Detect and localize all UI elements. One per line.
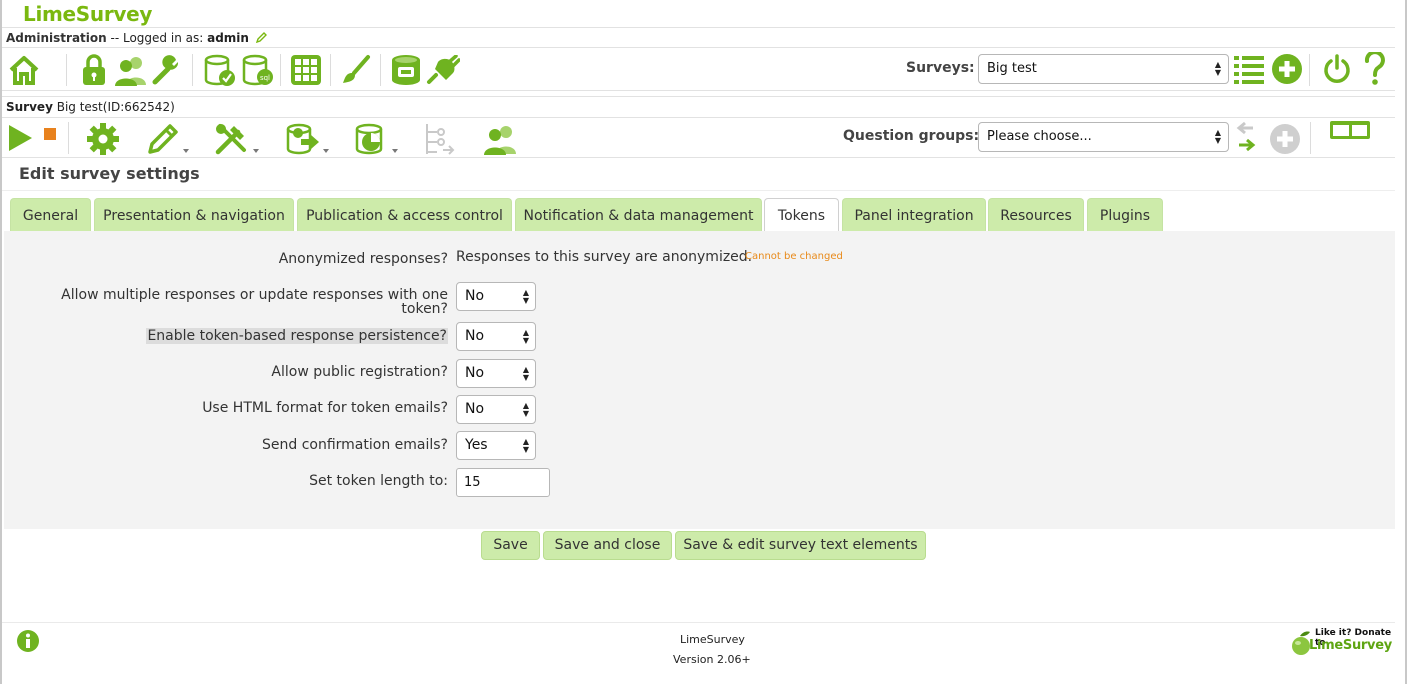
wrench-icon[interactable]: [150, 54, 182, 90]
select-arrows-icon: ▲ ▼: [1214, 60, 1221, 77]
public-registration-value: No: [465, 365, 485, 381]
token-length-input[interactable]: 15: [456, 468, 550, 497]
edit-caret-icon[interactable]: [183, 149, 189, 153]
responses-icon[interactable]: [353, 121, 389, 161]
surveys-select-value: Big test: [987, 61, 1037, 76]
play-icon[interactable]: [6, 123, 34, 157]
tab-presentation-navigation[interactable]: Presentation & navigation: [94, 198, 294, 232]
footer-app-name: LimeSurvey: [680, 633, 745, 646]
tab-general[interactable]: General: [10, 198, 91, 232]
survey-label: Survey: [6, 100, 53, 114]
select-arrows-icon: ▲ ▼: [522, 328, 529, 345]
tab-publication-access[interactable]: Publication & access control: [297, 198, 512, 232]
donate-badge[interactable]: Like it? Donate to LimeSurvey: [1291, 627, 1395, 657]
lock-icon[interactable]: [80, 53, 108, 91]
help-icon[interactable]: [1362, 50, 1388, 90]
edit-icon[interactable]: [146, 122, 180, 160]
anonymized-note: Cannot be changed: [745, 251, 843, 262]
allow-multiple-label-line2: token?: [401, 301, 448, 317]
reorder-icon[interactable]: [1235, 120, 1257, 158]
lime-icon: [1291, 630, 1311, 660]
surveys-label: Surveys:: [906, 60, 975, 76]
save-and-close-button[interactable]: Save and close: [543, 531, 672, 560]
display-caret-icon[interactable]: [323, 149, 329, 153]
select-arrows-icon: ▲ ▼: [1214, 128, 1221, 145]
select-arrows-icon: ▲ ▼: [522, 401, 529, 418]
tab-panel-integration[interactable]: Panel integration: [842, 198, 986, 232]
html-email-label: Use HTML format for token emails?: [202, 400, 448, 416]
token-persistence-value: No: [465, 328, 485, 344]
admin-toolbar: sql Surveys: Big test ▲ ▼: [2, 47, 1395, 91]
page-title: Edit survey settings: [19, 164, 200, 183]
footer-divider: [2, 622, 1395, 623]
structure-icon[interactable]: [423, 122, 455, 160]
settings-tabs: General Presentation & navigation Public…: [2, 190, 1395, 233]
tab-notification-data[interactable]: Notification & data management: [515, 198, 762, 232]
app-logo[interactable]: LimeSurvey: [23, 2, 152, 26]
tools-caret-icon[interactable]: [253, 149, 259, 153]
tokens-settings-panel: [4, 231, 1395, 529]
database-label-icon[interactable]: [389, 53, 423, 91]
allow-multiple-label-line1: Allow multiple responses or update respo…: [61, 287, 448, 303]
logged-in-prefix: -- Logged in as:: [110, 31, 204, 45]
token-persistence-label-text: Enable token-based response persistence?: [146, 328, 448, 344]
admin-title-bar: Administration -- Logged in as: admin: [2, 27, 1395, 47]
token-persistence-select[interactable]: No ▲ ▼: [456, 322, 536, 351]
add-group-icon[interactable]: [1269, 123, 1301, 159]
brush-icon[interactable]: [340, 54, 372, 90]
survey-title-bar: Survey Big test(ID:662542): [2, 96, 1395, 117]
donate-line2: LimeSurvey: [1309, 638, 1392, 653]
save-button[interactable]: Save: [481, 531, 540, 560]
participants-icon[interactable]: [482, 124, 518, 160]
save-edit-text-button[interactable]: Save & edit survey text elements: [675, 531, 926, 560]
display-export-icon[interactable]: [285, 121, 321, 161]
anonymized-label: Anonymized responses?: [278, 251, 448, 267]
select-arrows-icon: ▲ ▼: [522, 288, 529, 305]
public-registration-select[interactable]: No ▲ ▼: [456, 359, 536, 388]
responses-caret-icon[interactable]: [392, 149, 398, 153]
database-check-icon[interactable]: [203, 53, 237, 91]
database-sql-icon[interactable]: sql: [241, 53, 275, 91]
survey-toolbar: Question groups: Please choose... ▲ ▼: [2, 117, 1395, 158]
public-registration-label: Allow public registration?: [271, 364, 448, 380]
grid-icon[interactable]: [290, 54, 322, 90]
username: admin: [207, 31, 249, 45]
survey-list-icon[interactable]: [1233, 54, 1265, 88]
users-icon[interactable]: [114, 55, 150, 91]
confirmation-emails-label: Send confirmation emails?: [262, 437, 448, 453]
stop-icon[interactable]: [44, 125, 56, 144]
allow-multiple-label: Allow multiple responses or update respo…: [61, 288, 448, 316]
select-arrows-icon: ▲ ▼: [522, 437, 529, 454]
logout-icon[interactable]: [1321, 53, 1353, 89]
anonymized-value: Responses to this survey are anonymized.: [456, 249, 753, 265]
html-email-value: No: [465, 401, 485, 417]
confirmation-emails-select[interactable]: Yes ▲ ▼: [456, 431, 536, 460]
settings-icon[interactable]: [86, 122, 120, 160]
allow-multiple-select[interactable]: No ▲ ▼: [456, 282, 536, 311]
admin-label: Administration: [6, 31, 107, 45]
info-icon[interactable]: [16, 629, 40, 657]
allow-multiple-value: No: [465, 288, 485, 304]
confirmation-emails-value: Yes: [465, 437, 488, 453]
token-persistence-label: Enable token-based response persistence?: [146, 328, 448, 344]
plugin-icon[interactable]: [426, 54, 461, 89]
tab-resources[interactable]: Resources: [988, 198, 1084, 232]
tab-plugins[interactable]: Plugins: [1087, 198, 1163, 232]
add-survey-icon[interactable]: [1271, 53, 1303, 89]
select-arrows-icon: ▲ ▼: [522, 365, 529, 382]
survey-name: Big test(ID:662542): [56, 100, 175, 114]
layout-toggle-icon[interactable]: [1329, 120, 1371, 144]
home-icon[interactable]: [7, 53, 41, 91]
svg-text:sql: sql: [260, 74, 270, 82]
surveys-select[interactable]: Big test ▲ ▼: [978, 54, 1229, 84]
html-email-select[interactable]: No ▲ ▼: [456, 395, 536, 424]
tab-tokens[interactable]: Tokens: [764, 198, 839, 233]
footer-version: Version 2.06+: [673, 653, 751, 666]
tools-icon[interactable]: [214, 122, 248, 160]
edit-profile-icon[interactable]: [255, 32, 267, 46]
token-length-label: Set token length to:: [309, 473, 448, 489]
question-groups-select-value: Please choose...: [987, 129, 1092, 144]
question-groups-label: Question groups:: [843, 128, 980, 144]
question-groups-select[interactable]: Please choose... ▲ ▼: [978, 122, 1229, 152]
